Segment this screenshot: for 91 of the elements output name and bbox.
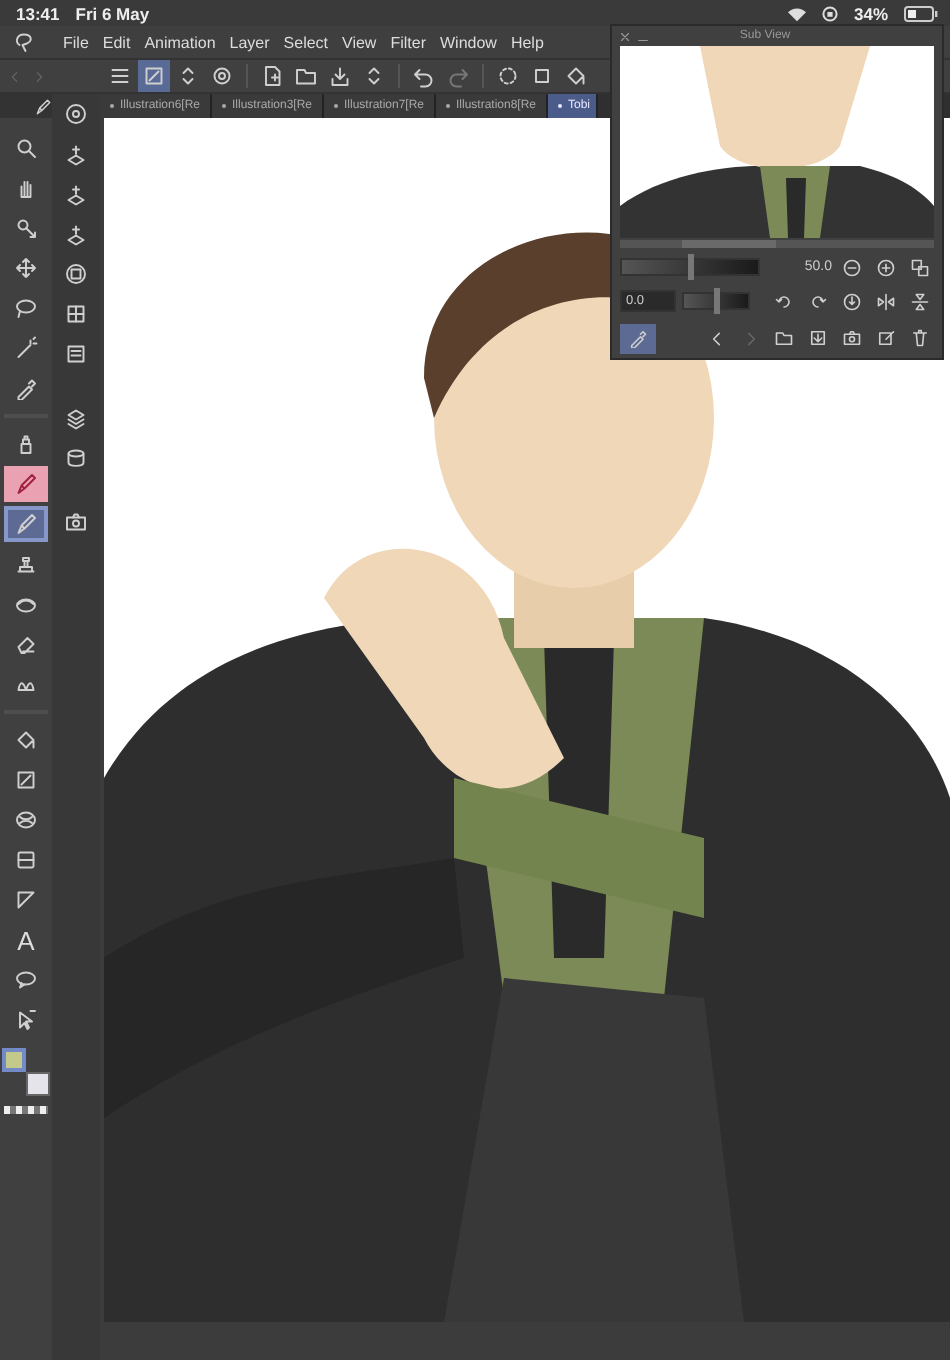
pen-icon <box>14 512 38 536</box>
text-tool[interactable]: A <box>4 922 48 958</box>
status-time: 13:41 <box>16 3 60 23</box>
edit-icon <box>876 328 896 348</box>
panel-icon <box>64 342 88 366</box>
camera-icon <box>842 328 862 348</box>
menu-item[interactable]: Filter <box>384 33 432 51</box>
flip-vertical-button[interactable] <box>906 288 934 314</box>
menu-item[interactable]: View <box>336 33 383 51</box>
menu-item[interactable]: Animation <box>138 33 222 51</box>
stamp-icon <box>14 552 38 576</box>
toolbar-button[interactable] <box>138 60 170 92</box>
import-icon <box>808 328 828 348</box>
reset-button[interactable] <box>838 288 866 314</box>
reset-icon <box>842 291 862 311</box>
eyedropper-button[interactable] <box>620 323 656 353</box>
zoom-in-button[interactable] <box>872 254 900 280</box>
ruler-icon <box>14 888 38 912</box>
redo-icon <box>446 64 470 88</box>
eraser-icon <box>14 632 38 656</box>
close-icon <box>618 29 632 43</box>
status-date: Fri 6 May <box>75 3 150 23</box>
fit-button[interactable] <box>906 254 934 280</box>
minus-circle-icon <box>842 257 862 277</box>
zoom-slider[interactable] <box>620 258 760 276</box>
eyedropper-icon <box>14 376 38 400</box>
chevron-right-icon <box>32 69 46 83</box>
dotted-circle-icon <box>496 64 520 88</box>
zoom-move-icon <box>14 216 38 240</box>
rotate-left-icon <box>774 291 794 311</box>
color-swatch[interactable] <box>2 1048 26 1072</box>
folder-icon <box>774 328 794 348</box>
settings-icon <box>210 64 234 88</box>
menu-item[interactable]: File <box>57 33 95 51</box>
bucket-icon <box>14 728 38 752</box>
pen-icon <box>34 97 52 115</box>
layer-circle-icon <box>64 262 88 286</box>
tool-button[interactable] <box>4 466 48 502</box>
move-icon <box>14 256 38 280</box>
layer-add-icon <box>64 222 88 246</box>
fit-icon <box>910 257 930 277</box>
lock-rotation-icon <box>821 5 838 21</box>
camera-button[interactable] <box>838 325 866 351</box>
rotation-slider[interactable] <box>682 292 750 310</box>
square-icon <box>530 64 554 88</box>
layer-add-icon <box>64 182 88 206</box>
camera-icon <box>64 510 88 534</box>
stack-icon <box>64 446 88 470</box>
frame-icon <box>14 848 38 872</box>
menu-item[interactable]: Window <box>434 33 503 51</box>
chevron-left-icon <box>707 329 725 347</box>
battery-icon <box>904 5 938 21</box>
battery-percent: 34% <box>853 3 888 23</box>
menu-item[interactable]: Layer <box>223 33 276 51</box>
menu-item[interactable]: Edit <box>96 33 137 51</box>
balloon-icon <box>14 968 38 992</box>
menu-icon <box>108 64 132 88</box>
flip-horizontal-button[interactable] <box>872 288 900 314</box>
tool-property-icon <box>142 64 166 88</box>
plus-circle-icon <box>876 257 896 277</box>
menu-item[interactable]: Help <box>504 33 550 51</box>
trash-icon <box>910 328 930 348</box>
menu-item[interactable]: Select <box>277 33 335 51</box>
bucket-icon <box>564 64 588 88</box>
color-swatch[interactable] <box>26 1072 50 1096</box>
figure-icon <box>14 808 38 832</box>
logo-icon <box>12 30 36 54</box>
folder-icon <box>294 64 318 88</box>
layer-add-icon <box>64 142 88 166</box>
wifi-icon <box>787 5 806 21</box>
magnifier-icon <box>14 136 38 160</box>
gradient-icon <box>14 768 38 792</box>
eyedropper-icon <box>628 328 648 348</box>
lasso-icon <box>14 296 38 320</box>
zoom-out-button[interactable] <box>838 254 866 280</box>
transparent-color-button[interactable] <box>4 1106 48 1114</box>
new-document-icon <box>260 64 284 88</box>
flip-vertical-icon <box>910 291 930 311</box>
scroll-bar[interactable] <box>620 240 934 248</box>
flip-horizontal-icon <box>876 291 896 311</box>
undo-icon <box>412 64 436 88</box>
navigator-icon <box>64 102 88 126</box>
grid-icon <box>64 302 88 326</box>
save-icon <box>328 64 352 88</box>
operation-icon <box>14 1008 38 1032</box>
pen-icon <box>14 472 38 496</box>
wand-icon <box>14 336 38 360</box>
rotate-right-icon <box>808 291 828 311</box>
chevron-left-icon <box>8 69 22 83</box>
layers-icon <box>64 406 88 430</box>
tool-button[interactable] <box>4 506 48 542</box>
